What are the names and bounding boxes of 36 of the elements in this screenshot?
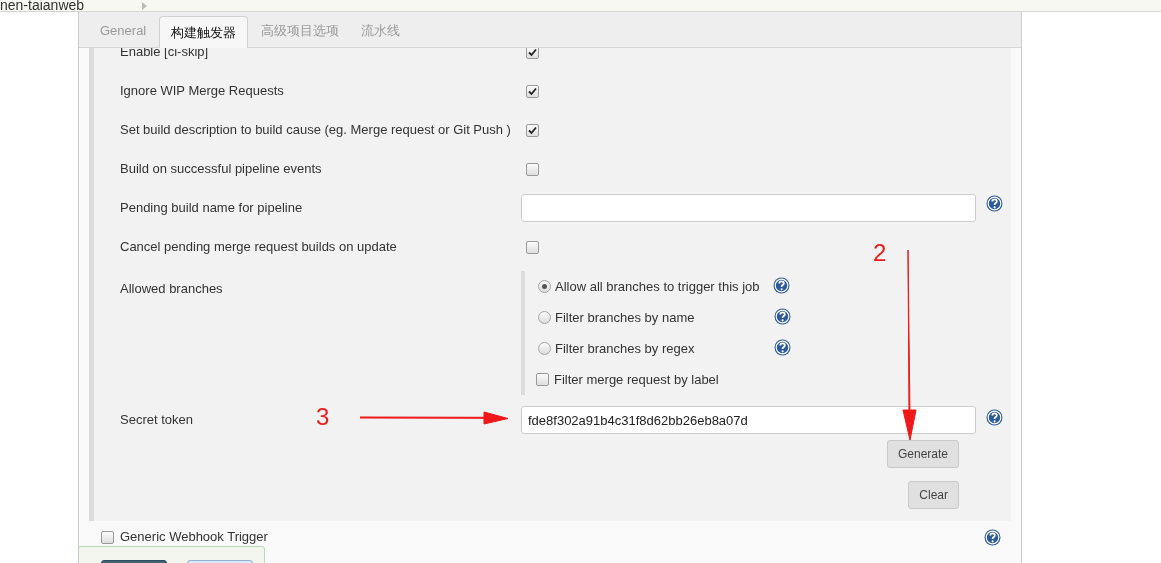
field-label: Allow all branches to trigger this job: [555, 278, 760, 294]
field-label: Pending build name for pipeline: [120, 200, 303, 216]
checkbox[interactable]: [101, 530, 114, 544]
help-icon[interactable]: [774, 307, 791, 325]
help-icon[interactable]: [774, 338, 791, 356]
text-field[interactable]: [521, 194, 976, 222]
field-label: Ignore WIP Merge Requests: [120, 83, 284, 99]
tab[interactable]: 构建触发器: [159, 16, 249, 48]
annotation-number: 2: [873, 240, 887, 266]
field-label: Generic Webhook Trigger: [120, 529, 268, 545]
help-icon[interactable]: [986, 408, 1003, 426]
checkbox[interactable]: [526, 162, 539, 176]
help-icon[interactable]: [984, 528, 1001, 546]
checkbox[interactable]: [526, 84, 539, 98]
help-icon[interactable]: [773, 276, 790, 294]
field-label: Filter branches by name: [555, 309, 695, 325]
token-field[interactable]: fde8f302a91b4c31f8d62bb26eb8a07d: [521, 406, 976, 434]
checkbox[interactable]: [526, 240, 539, 254]
checkbox[interactable]: [536, 373, 549, 386]
action-button[interactable]: Clear: [908, 481, 959, 509]
field-label: Secret token: [120, 412, 193, 428]
radio-button[interactable]: [538, 342, 551, 355]
field-label: Build on successful pipeline events: [120, 161, 322, 177]
action-button[interactable]: Generate: [886, 440, 959, 468]
field-label: Set build description to build cause (eg. Merge request or Git Push ): [120, 122, 511, 138]
field-label: Filter branches by regex: [555, 340, 695, 356]
help-icon[interactable]: [986, 194, 1003, 212]
checkbox[interactable]: [526, 48, 539, 59]
field-label: Allowed branches: [120, 281, 223, 296]
radio-button[interactable]: [538, 280, 551, 293]
field-label: Cancel pending merge request builds on update: [120, 239, 397, 255]
annotation-number: 3: [316, 404, 330, 430]
field-label: Filter merge request by label: [554, 371, 719, 387]
radio-button[interactable]: [538, 311, 551, 324]
breadcrumb-link[interactable]: nen-taianweb: [0, 0, 85, 11]
checkbox[interactable]: [526, 123, 539, 137]
